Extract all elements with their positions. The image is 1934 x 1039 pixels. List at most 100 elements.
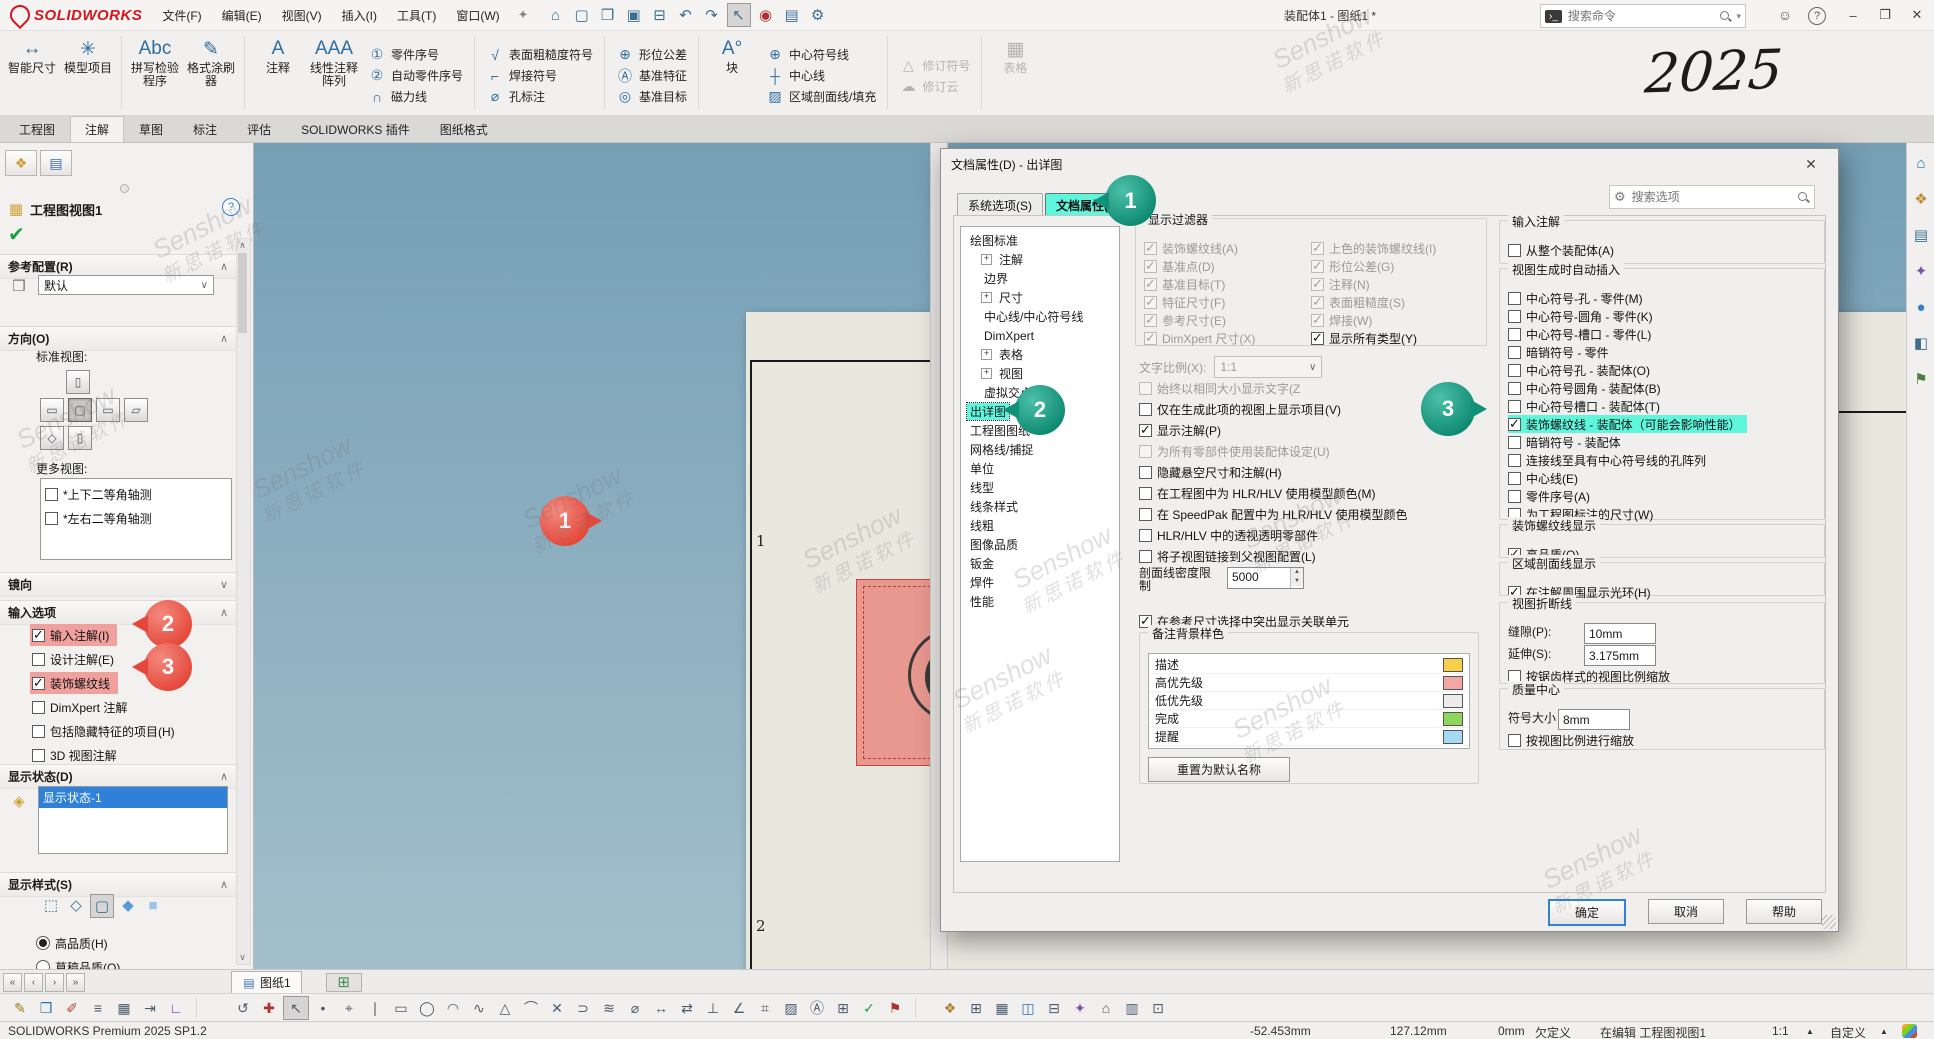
tree-item[interactable]: 网格线/捕捉 [961,440,1119,459]
view-orientation-button[interactable]: ▱ [124,398,148,422]
checkbox-row[interactable]: HLR/HLV 中的透视透明零部件 [1139,525,1487,546]
command-tab[interactable]: 工程图 [4,116,70,142]
checkbox-row[interactable]: DimXpert 注解 [30,696,135,718]
note-color-row[interactable]: 高优先级 [1149,674,1469,692]
checkbox[interactable] [1508,418,1521,431]
user-icon[interactable]: ☺ [1772,7,1798,23]
checkbox[interactable] [45,488,58,501]
trim-entities-icon[interactable]: ✕ [545,997,569,1019]
hatch-density-spinner[interactable]: 5000 ▲▼ [1227,567,1304,589]
options-icon[interactable]: ⚙ [807,4,829,26]
layers-icon[interactable]: ❒ [34,997,58,1019]
chevron-up-icon[interactable]: ∧ [220,332,228,345]
tree-expander-icon[interactable]: + [981,368,992,379]
checkbox[interactable] [1311,314,1324,327]
prev-sheet-icon[interactable]: ‹ [24,973,43,992]
ribbon-button[interactable]: ✎格式涂刷器 [183,34,239,91]
file-explorer-icon[interactable]: ▤ [1910,224,1932,246]
hide-edge-icon[interactable]: ⇥ [138,997,162,1019]
table-icon[interactable]: ⊞ [831,997,855,1019]
extension-input[interactable]: 3.175mm [1584,645,1656,666]
line-icon[interactable]: ∣ [363,997,387,1019]
redo-icon[interactable]: ↷ [701,4,723,26]
checkbox-row[interactable]: *左右二等角轴测 [43,507,160,529]
checkbox[interactable] [1139,424,1152,437]
view-orientation-button[interactable]: ▯ [68,426,92,450]
ribbon-button[interactable]: ⌐焊接符号 [480,65,599,86]
ok-button[interactable]: 确定 [1548,899,1626,926]
checkbox[interactable] [1311,296,1324,309]
select-tool-icon[interactable]: ↖ [727,3,751,27]
tangent-arc-icon[interactable]: ⌒ [519,997,543,1019]
pattern-component-icon[interactable]: ▦ [990,997,1014,1019]
last-sheet-icon[interactable]: » [66,973,85,992]
menu-item[interactable]: 视图(V) [272,3,332,28]
arc-icon[interactable]: ◠ [441,997,465,1019]
checkbox-row[interactable]: 装饰螺纹线 - 装配体（可能会影响性能） [1508,415,1747,433]
radio-button[interactable] [36,936,50,950]
checkbox[interactable] [45,512,58,525]
checkbox[interactable] [1508,382,1521,395]
checkbox-row[interactable]: 表面粗糙度(S) [1311,293,1478,311]
checkbox-row[interactable]: 连接线至具有中心符号线的孔阵列 [1508,451,1816,469]
checkbox-row[interactable]: 输入注解(I) [30,624,117,646]
spline-icon[interactable]: ∿ [467,997,491,1019]
checkbox[interactable] [1508,328,1521,341]
checkbox-row[interactable]: 中心符号孔 - 装配体(O) [1508,361,1816,379]
checkbox[interactable] [1144,242,1157,255]
hidden-lines-removed-icon[interactable]: ▢ [90,894,114,918]
checkbox-row[interactable]: 参考尺寸(E) [1144,311,1311,329]
view-orientation-button[interactable]: ◇ [40,426,64,450]
close-icon[interactable]: ✕ [1794,156,1828,173]
checkbox[interactable] [1508,490,1521,503]
pm-tab-display-icon[interactable]: ▤ [40,150,72,176]
ribbon-button[interactable]: ┼中心线 [760,65,882,86]
scrollbar-thumb[interactable] [238,253,247,333]
tree-item[interactable]: +表格 [961,345,1119,364]
tree-item[interactable]: 单位 [961,459,1119,478]
spin-down-icon[interactable]: ▼ [1291,577,1303,586]
search-dropdown-arrow[interactable]: ▾ [1736,11,1741,22]
tree-item[interactable]: DimXpert [961,326,1119,345]
checkbox-row[interactable]: DimXpert 尺寸(X) [1144,329,1311,347]
hidden-lines-visible-icon[interactable]: ◇ [65,894,87,916]
symbol-size-input[interactable]: 8mm [1558,709,1630,730]
display-states-list[interactable]: 显示状态-1 [38,786,228,854]
checkbox-row[interactable]: 包括隐藏特征的项目(H) [30,720,183,742]
first-sheet-icon[interactable]: « [3,973,22,992]
help-button[interactable]: 帮助 [1746,899,1822,924]
search-icon[interactable] [1797,191,1810,204]
checkbox[interactable] [1144,296,1157,309]
circle-icon[interactable]: ◯ [415,997,439,1019]
checkbox-row[interactable]: 形位公差(G) [1311,257,1478,275]
command-tab[interactable]: 标注 [178,116,232,142]
checkbox[interactable] [1139,550,1152,563]
chevron-up-icon[interactable]: ∧ [220,260,228,273]
add-sheet-tab[interactable]: ⊞ [326,973,362,992]
checkbox-row[interactable]: 将子视图链接到父视图配置(L) [1139,546,1487,567]
tree-expander-icon[interactable]: + [981,292,992,303]
display-settings-icon[interactable]: ▤ [781,4,803,26]
tree-item[interactable]: 边界 [961,269,1119,288]
convert-entities-icon[interactable]: ⊃ [571,997,595,1019]
tree-item[interactable]: 线型 [961,478,1119,497]
ribbon-button[interactable]: ②自动零件序号 [362,65,469,86]
tree-item[interactable]: 钣金 [961,554,1119,573]
checkbox[interactable] [1508,310,1521,323]
checkbox[interactable] [1139,487,1152,500]
ribbon-button[interactable]: ↔智能尺寸 [4,34,60,78]
checkbox[interactable] [1311,332,1324,345]
checkbox-row[interactable]: 按视图比例进行缩放 [1508,731,1816,749]
search-icon[interactable] [1719,10,1732,23]
perpendicular-icon[interactable]: ⊥ [701,997,725,1019]
radio-row[interactable]: 高品质(H) [34,932,116,954]
checkbox-row[interactable]: 设计注解(E) [30,648,122,670]
home-icon[interactable]: ⌂ [545,4,567,26]
section-mirror[interactable]: 镜向∨ [0,572,236,597]
checkbox-row[interactable]: 基准点(D) [1144,257,1311,275]
checkbox[interactable] [1508,734,1521,747]
ribbon-button[interactable]: ⊕形位公差 [610,44,693,65]
insert-component-icon[interactable]: ⊞ [964,997,988,1019]
smart-dimension-icon[interactable]: ⌀ [623,997,647,1019]
command-tab[interactable]: 图纸格式 [425,116,503,142]
